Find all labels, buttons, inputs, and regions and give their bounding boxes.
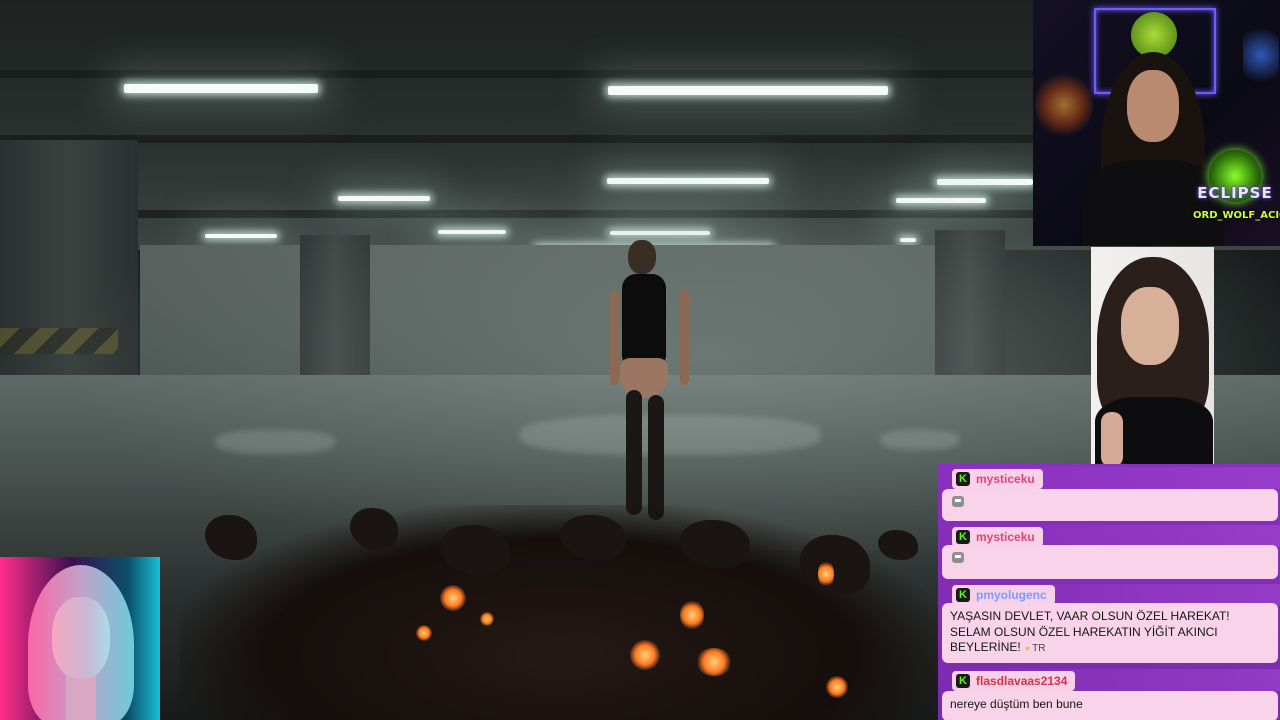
kick-badge-icon: K <box>956 588 970 602</box>
ember-glow <box>630 640 660 670</box>
pixel-cat-emote-icon <box>950 551 966 565</box>
chat-message-body <box>942 489 1278 521</box>
country-flag-label: TR <box>1032 643 1046 654</box>
ember-glow <box>440 585 466 611</box>
chat-username-tag: K flasdlavaas2134 <box>952 671 1076 691</box>
guest-arm <box>1101 412 1123 465</box>
character-arm <box>610 290 619 385</box>
character-leg <box>648 395 664 520</box>
chat-message-body: YAŞASIN DEVLET, VAAR OLSUN ÖZEL HAREKAT!… <box>942 603 1278 663</box>
chat-username: mysticeku <box>976 472 1035 486</box>
chat-message-body: nereye düştüm ben bune <box>942 691 1278 720</box>
chat-username-tag: K mysticeku <box>952 469 1043 489</box>
ember-glow <box>818 560 834 588</box>
chat-username: flasdlavaas2134 <box>976 674 1068 688</box>
neon-sign-orange <box>1035 70 1093 140</box>
walking-character <box>600 240 700 520</box>
chat-username-tag: K pmyolugenc <box>952 585 1055 605</box>
ember-glow <box>826 676 848 698</box>
chat-message-text: YAŞASIN DEVLET, VAAR OLSUN ÖZEL HAREKAT!… <box>950 609 1230 654</box>
avatar-face <box>52 597 110 679</box>
ember-glow <box>416 625 432 641</box>
eclipse-logo-subtitle: ORD_WOLF_ACION <box>1193 210 1280 221</box>
chat-username: mysticeku <box>976 530 1035 544</box>
avatar-neck <box>66 675 96 720</box>
neon-sign-blue <box>1243 20 1279 90</box>
kick-badge-icon: K <box>956 674 970 688</box>
streamer-face <box>1127 70 1179 142</box>
chat-message-body <box>942 545 1278 579</box>
guest-face <box>1121 287 1179 365</box>
kick-badge-icon: K <box>956 472 970 486</box>
pixel-cat-emote-icon <box>950 495 966 509</box>
neon-portrait-avatar <box>0 557 160 720</box>
ember-glow <box>480 612 494 626</box>
kick-badge-icon: K <box>956 530 970 544</box>
chat-username: pmyolugenc <box>976 588 1047 602</box>
flag-icon: ● <box>1024 643 1031 653</box>
streamer-webcam: ECLIPSE ORD_WOLF_ACION <box>1033 0 1280 246</box>
character-head <box>628 240 656 274</box>
chat-message-text: nereye düştüm ben bune <box>950 697 1083 711</box>
ember-glow <box>680 600 704 630</box>
chat-username-tag: K mysticeku <box>952 527 1043 547</box>
character-arm <box>680 290 689 385</box>
ceiling-light <box>124 84 318 93</box>
guest-webcam <box>1091 247 1214 465</box>
eclipse-logo: ECLIPSE ORD_WOLF_ACION <box>1193 150 1280 238</box>
ceiling-light <box>608 86 888 95</box>
ember-glow <box>696 648 732 676</box>
character-top <box>622 274 666 364</box>
chat-overlay: K mysticeku K mysticeku K pmyolugenc YAŞ… <box>938 464 1280 720</box>
eclipse-logo-title: ECLIPSE <box>1197 184 1273 202</box>
character-leg <box>626 390 642 515</box>
